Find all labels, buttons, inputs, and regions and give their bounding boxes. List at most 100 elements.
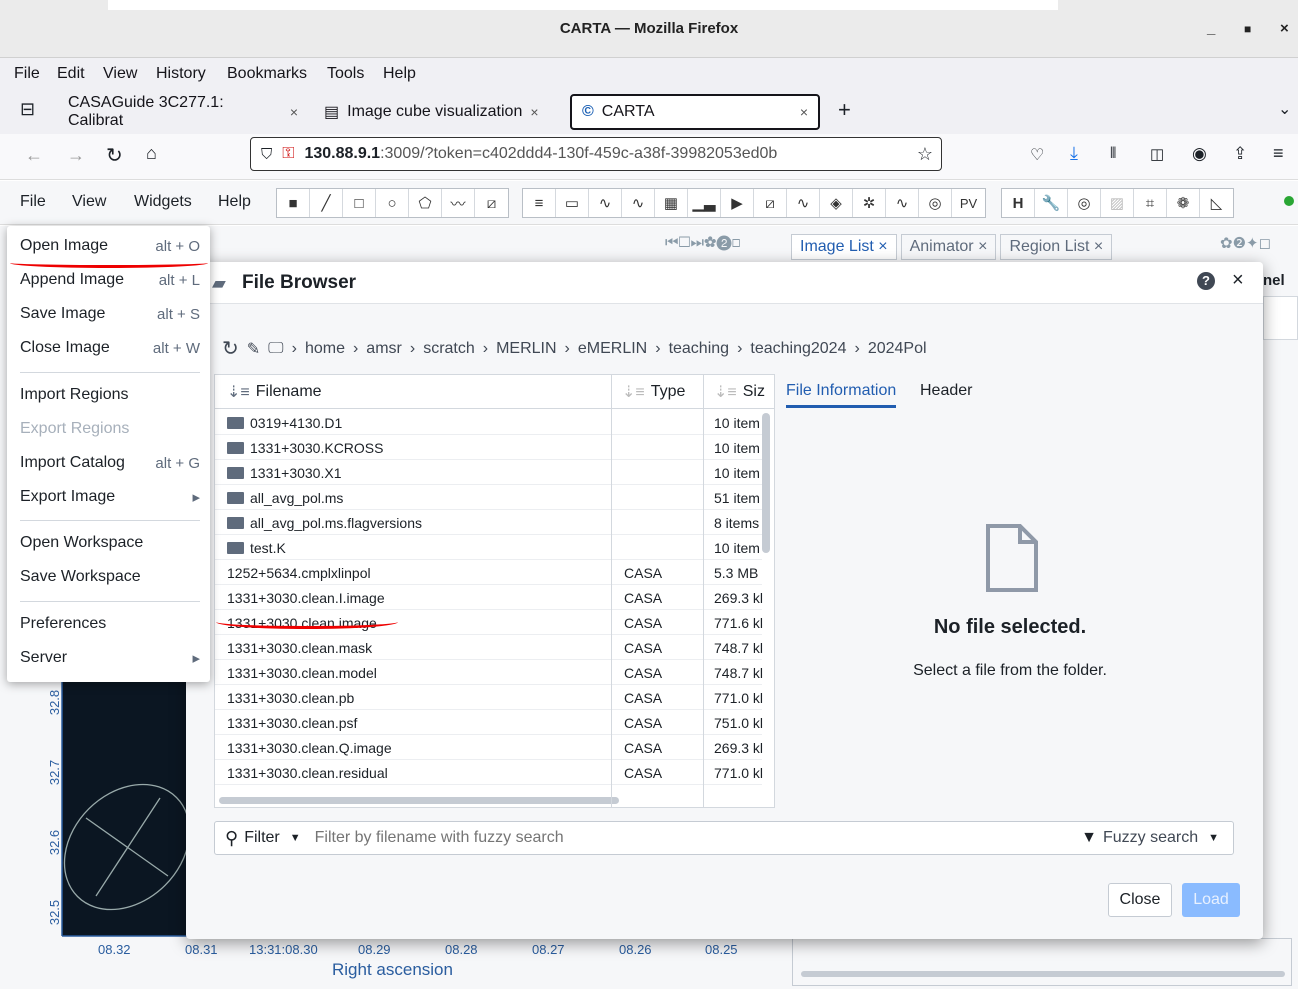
tab-file-information[interactable]: File Information <box>786 382 897 408</box>
close-window-button[interactable]: × <box>1280 20 1289 37</box>
scrollbar[interactable] <box>801 971 1285 977</box>
tab-image-cube[interactable]: ▤ Image cube visualization × <box>314 94 564 130</box>
spectral-analysis-icon[interactable]: ∿ <box>886 189 919 217</box>
catalog-icon[interactable]: ✲ <box>853 189 886 217</box>
download-icon[interactable]: ⤓ <box>1070 143 1078 164</box>
ff-menu-edit[interactable]: Edit <box>57 65 85 83</box>
tab-region-list[interactable]: Region List × <box>1000 234 1113 260</box>
column-type[interactable]: ⇣≡ Type <box>612 375 704 409</box>
carta-menu-view[interactable]: View <box>72 193 106 211</box>
file-row[interactable]: 1331+3030.clean.psf CASA 751.0 kl <box>215 710 763 735</box>
file-row[interactable]: test.K 10 item <box>215 535 762 560</box>
file-row[interactable]: 1331+3030.clean.I.image CASA 269.3 kl <box>215 585 763 610</box>
filter-input[interactable] <box>314 829 935 847</box>
file-row[interactable]: 1331+3030.clean.Q.image CASA 269.3 kl <box>215 735 763 760</box>
close-button[interactable]: Close <box>1108 883 1172 917</box>
pv-generator-icon[interactable]: PV <box>952 189 985 217</box>
crumb-scratch[interactable]: scratch <box>423 340 475 358</box>
spiral-icon[interactable]: ◎ <box>1068 189 1101 217</box>
tab-image-list[interactable]: Image List × <box>791 234 897 260</box>
close-icon[interactable]: × <box>800 104 808 120</box>
menu-import-catalog[interactable]: Import Catalog alt + G <box>20 448 200 478</box>
refresh-icon[interactable]: ↻ <box>222 336 239 361</box>
forward-icon[interactable]: → <box>67 145 85 166</box>
crumb-teaching[interactable]: teaching <box>669 340 730 358</box>
polyline-region-icon[interactable]: 〰 <box>442 189 475 217</box>
animator-icon[interactable]: ▶ <box>721 189 754 217</box>
rectangle-region-icon[interactable]: □ <box>343 189 376 217</box>
xy-profile-icon[interactable]: ⌗ <box>1134 189 1167 217</box>
caret-down-icon[interactable]: ▼ <box>290 832 301 844</box>
carta-menu-widgets[interactable]: Widgets <box>134 193 192 211</box>
crumb-amsr[interactable]: amsr <box>366 340 402 358</box>
column-size[interactable]: ⇣≡ Siz <box>704 375 774 409</box>
menu-save-workspace[interactable]: Save Workspace <box>20 562 200 592</box>
panel-controls[interactable]: ⏮☐⏭✿❷◻ <box>665 234 740 251</box>
layer-list-icon[interactable]: ◈ <box>820 189 853 217</box>
spectral-profiler-icon[interactable]: ∿ <box>622 189 655 217</box>
region-list-icon[interactable]: ⧄ <box>754 189 787 217</box>
carta-menu-help[interactable]: Help <box>218 193 251 211</box>
reload-icon[interactable]: ↻ <box>106 143 123 168</box>
image-info-icon[interactable]: ▭ <box>556 189 589 217</box>
menu-append-image[interactable]: Append Image alt + L <box>20 265 200 295</box>
back-icon[interactable]: ← <box>25 145 43 166</box>
ff-menu-help[interactable]: Help <box>383 65 416 83</box>
ellipse-region-icon[interactable]: ○ <box>376 189 409 217</box>
polygon-region-icon[interactable]: ⬠ <box>409 189 442 217</box>
file-row[interactable]: 1331+3030.clean.mask CASA 748.7 kl <box>215 635 763 660</box>
wcs-icon[interactable]: ❁ <box>1167 189 1200 217</box>
ff-menu-file[interactable]: File <box>14 65 40 83</box>
account-icon[interactable]: ◉ <box>1192 144 1207 164</box>
column-filename[interactable]: ⇣≡ Filename <box>215 375 612 409</box>
file-row[interactable]: all_avg_pol.ms 51 item <box>215 485 762 510</box>
crumb-teaching2024[interactable]: teaching2024 <box>750 340 846 358</box>
carta-menu-file[interactable]: File <box>20 193 46 211</box>
load-button[interactable]: Load <box>1182 883 1240 917</box>
crumb-home[interactable]: home <box>305 340 345 358</box>
ff-menu-history[interactable]: History <box>156 65 206 83</box>
chevron-down-icon[interactable]: ⌄ <box>1278 99 1291 119</box>
menu-open-workspace[interactable]: Open Workspace <box>20 528 200 558</box>
sidebar-icon[interactable]: ◫ <box>1150 145 1164 163</box>
horizontal-scrollbar[interactable] <box>219 797 619 804</box>
menu-server[interactable]: Server ▸ <box>20 643 200 673</box>
crumb-merlin[interactable]: MERLIN <box>496 340 556 358</box>
minimize-button[interactable]: _ <box>1207 20 1215 37</box>
line-region-icon[interactable]: ╱ <box>310 189 343 217</box>
tab-carta[interactable]: © CARTA × <box>570 94 820 130</box>
library-icon[interactable]: ⫴ <box>1110 145 1116 162</box>
spatial-profiler-icon[interactable]: ∿ <box>589 189 622 217</box>
tab-header[interactable]: Header <box>920 382 972 400</box>
dialog-close-icon[interactable]: × <box>1232 269 1244 292</box>
menu-import-regions[interactable]: Import Regions <box>20 380 200 410</box>
tab-list-icon[interactable]: ⊟ <box>20 99 35 120</box>
bookmark-star-icon[interactable]: ☆ <box>917 144 933 165</box>
spectral-line-icon[interactable]: ∿ <box>787 189 820 217</box>
render-config-icon[interactable]: ≡ <box>523 189 556 217</box>
cursor-info-icon[interactable]: ◎ <box>919 189 952 217</box>
file-row[interactable]: 1331+3030.clean.residual CASA 771.0 kl <box>215 760 763 785</box>
ruler-icon[interactable]: ◺ <box>1200 189 1233 217</box>
file-row[interactable]: 1331+3030.KCROSS 10 item <box>215 435 762 460</box>
crumb-emerlin[interactable]: eMERLIN <box>578 340 647 358</box>
hdu-icon[interactable]: H <box>1002 189 1035 217</box>
new-tab-button[interactable]: + <box>838 97 851 123</box>
menu-open-image[interactable]: Open Image alt + O <box>20 231 200 261</box>
hamburger-menu-icon[interactable]: ≡ <box>1273 143 1284 164</box>
computer-icon[interactable]: 🖵 <box>268 340 283 358</box>
close-icon[interactable]: × <box>290 104 298 120</box>
caret-down-icon[interactable]: ▼ <box>1208 832 1219 844</box>
histogram-icon[interactable]: ▁▃ <box>688 189 721 217</box>
fuzzy-search-select[interactable]: Fuzzy search <box>1103 829 1198 847</box>
tab-casaguide[interactable]: CASAGuide 3C277.1: Calibrat × <box>58 94 308 130</box>
annotation-icon[interactable]: ⧄ <box>475 189 508 217</box>
close-icon[interactable]: × <box>530 104 538 120</box>
menu-export-image[interactable]: Export Image ▸ <box>20 482 200 512</box>
file-row[interactable]: 1331+3030.clean.pb CASA 771.0 kl <box>215 685 763 710</box>
file-row[interactable]: 1331+3030.clean.model CASA 748.7 kl <box>215 660 763 685</box>
point-region-icon[interactable]: ■ <box>277 189 310 217</box>
wrench-icon[interactable]: 🔧 <box>1035 189 1068 217</box>
dock-controls-icon[interactable]: ✿❷✦◻ <box>1220 234 1271 252</box>
file-row[interactable]: all_avg_pol.ms.flagversions 8 items <box>215 510 762 535</box>
